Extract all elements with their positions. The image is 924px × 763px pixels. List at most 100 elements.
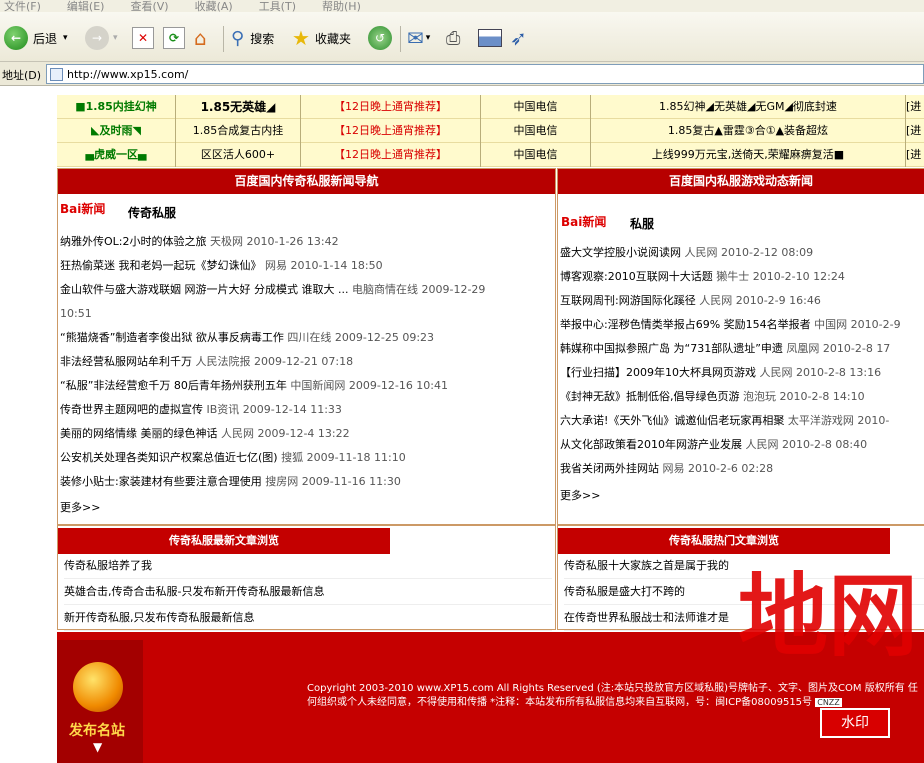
left-panel-title: 百度国内传奇私服新闻导航 — [58, 169, 555, 194]
news-date: 2009-11-16 11:30 — [298, 475, 401, 488]
home-button[interactable]: ⌂ — [194, 24, 218, 52]
news-item[interactable]: 举报中心:淫秽色情类举报占69% 奖励154名举报者 中国网 2010-2-9 — [560, 313, 924, 336]
printer-icon: ⎙ — [446, 27, 461, 49]
news-date: 2010-2-10 12:24 — [749, 270, 845, 283]
news-item[interactable]: 六大承诺!《天外飞仙》诚邀仙侣老玩家再相聚 太平洋游戏网 2010- — [560, 409, 924, 432]
forward-button[interactable]: → ▾ — [85, 24, 118, 52]
mail-button[interactable]: ✉ ▾ — [407, 24, 430, 52]
news-item[interactable]: 非法经营私服网站牟利千万 人民法院报 2009-12-21 07:18 — [60, 350, 555, 373]
news-item[interactable]: 《封神无敌》抵制低俗,倡导绿色页游 泡泡玩 2010-2-8 14:10 — [560, 385, 924, 408]
news-item[interactable]: “私服”非法经营愈千万 80后青年扬州获刑五年 中国新闻网 2009-12-16… — [60, 374, 555, 397]
news-date: 2009-12-21 07:18 — [250, 355, 354, 368]
menu-file[interactable]: 文件(F) — [4, 1, 41, 12]
news-item[interactable]: 10:51 — [60, 302, 555, 325]
news-title[interactable]: 韩媒称中国拟参照广岛 为“731部队遗址”申遗 — [560, 342, 783, 355]
publish-logo[interactable]: 发布名站 ▼ — [57, 640, 143, 763]
right-more-link[interactable]: 更多>> — [560, 487, 600, 503]
news-title[interactable]: “私服”非法经营愈千万 80后青年扬州获刑五年 — [60, 379, 287, 392]
news-item[interactable]: 金山软件与盛大游戏联姻 网游一片大好 分成模式 谁取大 ... 电脑商情在线 2… — [60, 278, 555, 301]
news-item[interactable]: 我省关闭两外挂网站 网易 2010-2-6 02:28 — [560, 457, 924, 480]
list-item[interactable]: 英雄合击,传奇合击私服-只发布新开传奇私服最新信息 — [64, 579, 552, 605]
baidu-news-logo: Bai新闻 — [60, 202, 106, 216]
server-enter-link[interactable]: [进 — [905, 95, 924, 119]
menu-help[interactable]: 帮助(H) — [322, 1, 361, 12]
edit-button[interactable] — [478, 24, 502, 52]
refresh-button[interactable]: ⟳ — [163, 24, 185, 52]
news-title[interactable]: 我省关闭两外挂网站 — [560, 462, 659, 475]
news-item[interactable]: 美丽的网络情缘 美丽的绿色神话 人民网 2009-12-4 13:22 — [60, 422, 555, 445]
news-date: 2009-12-25 09:23 — [331, 331, 435, 344]
print-button[interactable]: ⎙ — [446, 24, 460, 52]
news-source: 网易 — [261, 259, 287, 272]
news-title[interactable]: 互联网周刊:网游国际化蹊径 — [560, 294, 696, 307]
back-arrow-icon: ← — [4, 26, 28, 50]
server-enter-link[interactable]: [进 — [905, 143, 924, 167]
news-source: 人民网 — [742, 438, 779, 451]
list-item[interactable]: 新开传奇私服,只发布传奇私服最新信息 — [64, 605, 552, 631]
news-item[interactable]: 互联网周刊:网游国际化蹊径 人民网 2010-2-9 16:46 — [560, 289, 924, 312]
server-name[interactable]: ▄虎威一区▄ — [57, 143, 175, 167]
news-title[interactable]: 狂热偷菜迷 我和老妈一起玩《梦幻诛仙》 — [60, 259, 262, 272]
news-item[interactable]: 从文化部政策看2010年网游产业发展 人民网 2010-2-8 08:40 — [560, 433, 924, 456]
server-version: 区区活人600+ — [175, 143, 300, 167]
news-item[interactable]: 博客观察:2010互联网十大话题 獭牛士 2010-2-10 12:24 — [560, 265, 924, 288]
server-time: 【12日晚上通宵推荐】 — [300, 95, 480, 119]
left-more-link[interactable]: 更多>> — [60, 499, 100, 515]
news-title[interactable]: 传奇世界主题网吧的虚拟宣传 — [60, 403, 203, 416]
server-enter-link[interactable]: [进 — [905, 119, 924, 143]
news-title[interactable]: 博客观察:2010互联网十大话题 — [560, 270, 713, 283]
menu-bar: 文件(F) 编辑(E) 查看(V) 收藏(A) 工具(T) 帮助(H) — [0, 0, 924, 12]
back-button[interactable]: ← 后退 ▾ — [4, 24, 68, 52]
news-title[interactable]: 举报中心:淫秽色情类举报占69% 奖励154名举报者 — [560, 318, 811, 331]
news-title[interactable]: 金山软件与盛大游戏联姻 网游一片大好 分成模式 谁取大 ... — [60, 283, 348, 296]
server-name[interactable]: ■1.85内挂幻神 — [57, 95, 175, 119]
news-title[interactable]: 非法经营私服网站牟利千万 — [60, 355, 192, 368]
news-title[interactable]: 从文化部政策看2010年网游产业发展 — [560, 438, 742, 451]
news-title[interactable]: 装修小贴士:家装建材有些要注意合理使用 — [60, 475, 262, 488]
menu-favorites[interactable]: 收藏(A) — [195, 1, 233, 12]
menu-tools[interactable]: 工具(T) — [259, 1, 296, 12]
server-isp: 中国电信 — [480, 95, 590, 119]
news-item[interactable]: 【行业扫描】2009年10大杯具网页游戏 人民网 2010-2-8 13:16 — [560, 361, 924, 384]
news-item[interactable]: 公安机关处理各类知识产权案总值近七亿(图) 搜狐 2009-11-18 11:1… — [60, 446, 555, 469]
address-url: http://www.xp15.com/ — [67, 68, 189, 81]
news-source: 四川在线 — [283, 331, 332, 344]
news-source: 中国网 — [810, 318, 848, 331]
address-label: 地址(D) — [2, 69, 42, 82]
news-title[interactable]: 公安机关处理各类知识产权案总值近七亿(图) — [60, 451, 278, 464]
stop-button[interactable]: ✕ — [132, 24, 154, 52]
news-title[interactable]: 美丽的网络情缘 美丽的绿色神话 — [60, 427, 218, 440]
address-input[interactable]: http://www.xp15.com/ — [46, 64, 924, 84]
menu-view[interactable]: 查看(V) — [130, 1, 168, 12]
news-item[interactable]: 纳雅外传OL:2小时的体验之旅 天极网 2010-1-26 13:42 — [60, 230, 555, 253]
list-item[interactable]: 传奇私服培养了我 — [64, 553, 552, 579]
search-button[interactable]: ⚲ 搜索 — [231, 24, 274, 52]
news-item[interactable]: 传奇世界主题网吧的虚拟宣传 IB资讯 2009-12-14 11:33 — [60, 398, 555, 421]
news-item[interactable]: 韩媒称中国拟参照广岛 为“731部队遗址”申遗 凤凰网 2010-2-8 17 — [560, 337, 924, 360]
favorites-label: 收藏夹 — [314, 31, 351, 46]
news-title[interactable]: 《封神无敌》抵制低俗,倡导绿色页游 — [560, 390, 740, 403]
news-source: 人民网 — [217, 427, 254, 440]
menu-edit[interactable]: 编辑(E) — [67, 1, 105, 12]
news-title[interactable]: 【行业扫描】2009年10大杯具网页游戏 — [560, 366, 756, 379]
news-item[interactable]: 装修小贴士:家装建材有些要注意合理使用 搜房网 2009-11-16 11:30 — [60, 470, 555, 493]
news-title[interactable]: 六大承诺!《天外飞仙》诚邀仙侣老玩家再相聚 — [560, 414, 784, 427]
news-item[interactable]: “熊猫烧香”制造者李俊出狱 欲从事反病毒工作 四川在线 2009-12-25 0… — [60, 326, 555, 349]
news-date: 2010-2-9 — [847, 318, 901, 331]
news-item[interactable]: 盛大文学控股小说阅读网 人民网 2010-2-12 08:09 — [560, 241, 924, 264]
history-button[interactable]: ↺ — [368, 24, 392, 52]
news-item[interactable]: 狂热偷菜迷 我和老妈一起玩《梦幻诛仙》 网易 2010-1-14 18:50 — [60, 254, 555, 277]
news-date: 10:51 — [60, 307, 92, 320]
news-title[interactable]: 盛大文学控股小说阅读网 — [560, 246, 681, 259]
news-title[interactable]: 纳雅外传OL:2小时的体验之旅 — [60, 235, 207, 248]
server-name[interactable]: ◣及时雨◥ — [57, 119, 175, 143]
news-date: 2010-2-12 08:09 — [717, 246, 814, 259]
news-source: 中国新闻网 — [286, 379, 346, 392]
messenger-button[interactable]: ➶ — [510, 24, 527, 52]
news-title[interactable]: “熊猫烧香”制造者李俊出狱 欲从事反病毒工作 — [60, 331, 284, 344]
server-time: 【12日晚上通宵推荐】 — [300, 143, 480, 167]
latest-title: 传奇私服最新文章浏览 — [58, 528, 390, 554]
favorites-button[interactable]: ★ 收藏夹 — [292, 24, 351, 52]
server-row: ▄虎威一区▄ 区区活人600+ 【12日晚上通宵推荐】 中国电信 上线999万元… — [57, 143, 924, 167]
news-source: 天极网 — [206, 235, 243, 248]
